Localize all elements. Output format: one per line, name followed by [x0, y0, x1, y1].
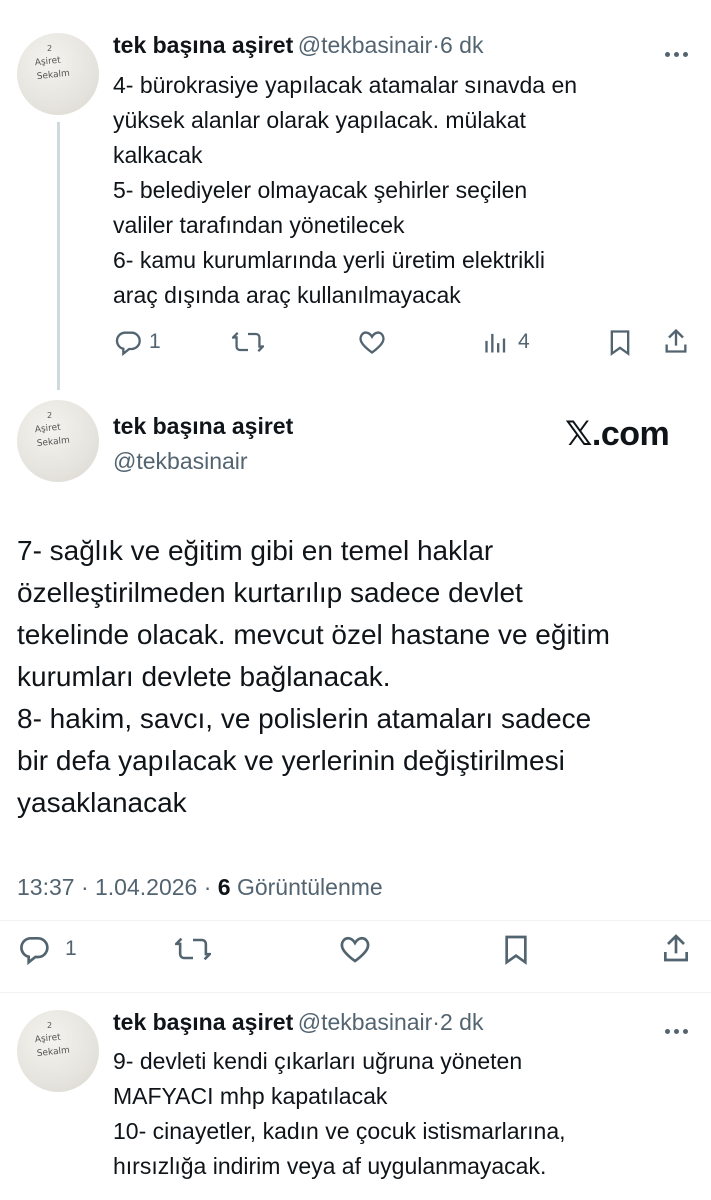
- tweet-line: yüksek alanlar olarak yapılacak. mülakat: [113, 107, 526, 133]
- retweet-button[interactable]: [232, 328, 264, 356]
- tweet-line: 10- cinayetler, kadın ve çocuk istismarl…: [113, 1118, 566, 1144]
- separator: ·: [432, 32, 440, 58]
- reply-icon: [115, 331, 141, 356]
- tweet-line: tekelinde olacak. mevcut özel hastane ve…: [17, 619, 610, 650]
- svg-text:2: 2: [47, 44, 52, 53]
- svg-text:2: 2: [47, 411, 52, 420]
- tweet-line: yasaklanacak: [17, 787, 187, 818]
- reply-icon: [20, 937, 49, 965]
- reply-count: 1: [149, 330, 161, 353]
- reply-count: 1: [65, 937, 77, 960]
- svg-text:Aşiret: Aşiret: [34, 423, 61, 436]
- tweet-time[interactable]: 2 dk: [440, 1009, 483, 1035]
- svg-text:Sekalm: Sekalm: [36, 1046, 70, 1059]
- bookmark-button[interactable]: [606, 328, 634, 356]
- tweet-line: 6- kamu kurumlarında yerli üretim elektr…: [113, 247, 546, 273]
- tweet-line: hırsızlığa indirim veya af uygulanmayaca…: [113, 1153, 547, 1179]
- author-name[interactable]: tek başına aşiret: [113, 1009, 293, 1035]
- share-icon: [664, 934, 688, 962]
- avatar[interactable]: 2 Aşiret Sekalm: [17, 1010, 99, 1092]
- views-label: Görüntülenme: [236, 874, 383, 900]
- tweet-line: 8- hakim, savcı, ve polislerin atamaları…: [17, 703, 592, 734]
- tweet-line: 7- sağlık ve eğitim gibi en temel haklar: [17, 535, 494, 566]
- svg-text:Aşiret: Aşiret: [34, 56, 61, 69]
- divider: [0, 992, 711, 993]
- views-count: 6: [217, 874, 231, 900]
- tweet-meta: 13:37 · 1.04.2026 · 6 Görüntülenme: [17, 874, 383, 901]
- divider: [0, 920, 711, 921]
- more-icon[interactable]: [665, 1021, 695, 1034]
- tweet-line: kurumları devlete bağlanacak.: [17, 661, 391, 692]
- avatar-scribble-icon: 2 Aşiret Sekalm: [34, 411, 70, 449]
- thread-line: [57, 122, 60, 390]
- tweet-line: araç dışında araç kullanılmayacak: [113, 282, 461, 308]
- tweet-header: tek başına aşiret @tekbasinair·2 dk: [113, 1009, 483, 1036]
- tweet-line: 9- devleti kendi çıkarları uğruna yönete…: [113, 1048, 523, 1074]
- avatar-scribble-icon: 2 Aşiret Sekalm: [34, 1021, 70, 1059]
- share-button[interactable]: [662, 326, 690, 356]
- like-button[interactable]: [338, 933, 372, 965]
- share-icon: [665, 328, 687, 353]
- author-handle[interactable]: @tekbasinair: [298, 32, 433, 58]
- bookmark-button[interactable]: [500, 933, 532, 965]
- svg-text:2: 2: [47, 1021, 52, 1030]
- avatar-scribble-icon: 2 Aşiret Sekalm: [34, 44, 70, 82]
- like-button[interactable]: [357, 328, 387, 356]
- avatar[interactable]: 2 Aşiret Sekalm: [17, 33, 99, 115]
- views-icon: [485, 333, 506, 353]
- tweet-line: özelleştirilmeden kurtarılıp sadece devl…: [17, 577, 523, 608]
- bookmark-icon: [505, 935, 527, 965]
- author-handle[interactable]: @tekbasinair: [298, 1009, 433, 1035]
- more-icon[interactable]: [665, 44, 695, 57]
- tweet-line: kalkacak: [113, 142, 203, 168]
- retweet-button[interactable]: [175, 933, 211, 965]
- svg-text:Aşiret: Aşiret: [34, 1033, 61, 1046]
- separator: ·: [432, 1009, 440, 1035]
- author-name[interactable]: tek başına aşiret: [113, 32, 293, 58]
- tweet-body: 7- sağlık ve eğitim gibi en temel haklar…: [17, 530, 707, 824]
- tweet-header: tek başına aşiret @tekbasinair·6 dk: [113, 32, 483, 59]
- timestamp[interactable]: 13:37 · 1.04.2026 ·: [17, 874, 211, 900]
- reply-button[interactable]: 1: [17, 933, 77, 965]
- views-button[interactable]: 4: [482, 328, 530, 356]
- avatar[interactable]: 2 Aşiret Sekalm: [17, 400, 99, 482]
- tweet-line: bir defa yapılacak ve yerlerinin değişti…: [17, 745, 565, 776]
- like-icon: [340, 936, 370, 963]
- retweet-icon: [232, 332, 264, 352]
- bookmark-icon: [610, 330, 630, 356]
- author-name[interactable]: tek başına aşiret: [113, 413, 293, 440]
- tweet-line: MAFYACI mhp kapatılacak: [113, 1083, 388, 1109]
- views-count: 4: [518, 330, 530, 353]
- tweet-line: valiler tarafından yönetilecek: [113, 212, 405, 238]
- svg-text:Sekalm: Sekalm: [36, 436, 70, 449]
- tweet-body: 9- devleti kendi çıkarları uğruna yönete…: [113, 1044, 703, 1184]
- tweet-body: 4- bürokrasiye yapılacak atamalar sınavd…: [113, 68, 703, 313]
- tweet-line: 4- bürokrasiye yapılacak atamalar sınavd…: [113, 72, 578, 98]
- tweet-line: 5- belediyeler olmayacak şehirler seçile…: [113, 177, 528, 203]
- svg-text:Sekalm: Sekalm: [36, 69, 70, 82]
- like-icon: [359, 331, 385, 354]
- reply-button[interactable]: 1: [113, 328, 161, 356]
- retweet-icon: [175, 937, 211, 961]
- tweet-time[interactable]: 6 dk: [440, 32, 483, 58]
- share-button[interactable]: [660, 931, 692, 965]
- brand-logo: 𝕏.com: [565, 415, 670, 453]
- author-handle[interactable]: @tekbasinair: [113, 448, 248, 475]
